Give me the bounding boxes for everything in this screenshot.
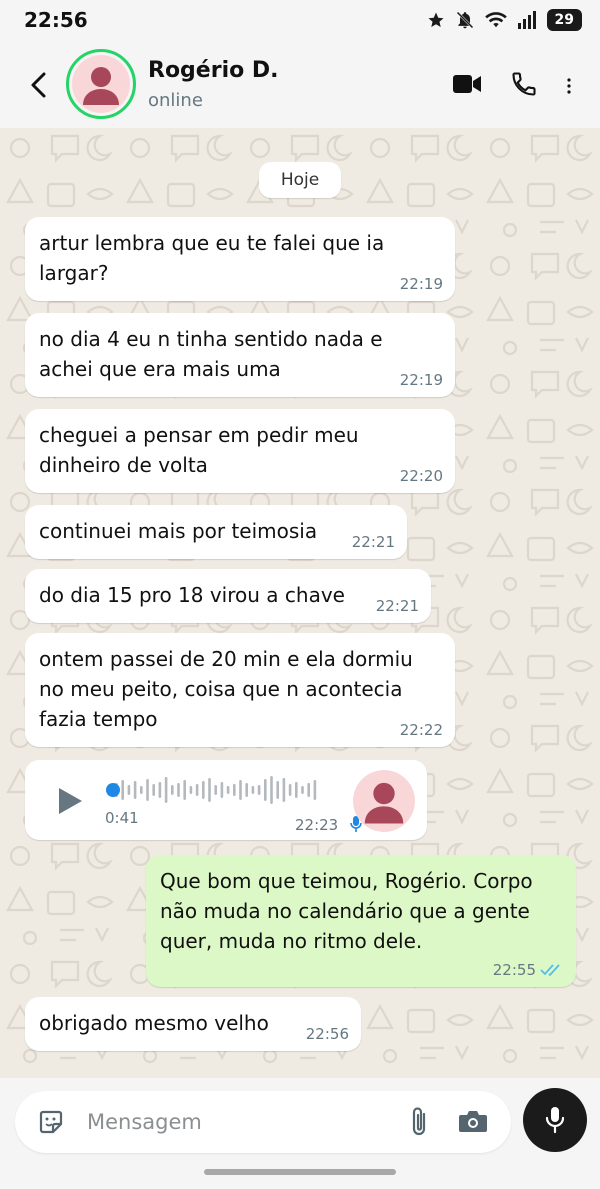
message-text: obrigado mesmo velho (39, 1011, 269, 1035)
message-time: 22:21 (351, 533, 395, 551)
more-options-icon[interactable] (565, 76, 573, 96)
message-time: 22:22 (399, 721, 443, 739)
waveform-bar (239, 780, 242, 800)
waveform-bar (276, 781, 279, 799)
waveform-bar (295, 782, 298, 798)
message-time: 22:56 (305, 1025, 349, 1043)
incoming-message[interactable]: do dia 15 pro 18 virou a chave 22:21 (25, 569, 431, 623)
waveform-bar (121, 780, 124, 800)
waveform-bar (152, 784, 155, 796)
waveform-bar (183, 780, 186, 800)
message-time: 22:23 (295, 816, 339, 834)
sticker-icon[interactable] (37, 1108, 65, 1136)
waveform-bar (195, 784, 199, 796)
camera-icon[interactable] (458, 1108, 488, 1134)
message-text: continuei mais por teimosia (39, 519, 318, 543)
incoming-message[interactable]: continuei mais por teimosia 22:21 (25, 505, 407, 559)
incoming-message[interactable]: no dia 4 eu n tinha sentido nada e achei… (25, 313, 455, 397)
waveform-bar (189, 786, 193, 794)
message-text: no dia 4 eu n tinha sentido nada e achei… (39, 327, 383, 381)
waveform-bar (288, 784, 292, 796)
voice-duration: 0:41 (105, 809, 139, 827)
waveform-bar (220, 782, 224, 798)
waveform-progress-knob[interactable] (106, 783, 120, 797)
waveform-bar (127, 785, 131, 795)
bell-off-icon (456, 11, 473, 29)
date-separator: Hoje (259, 162, 341, 198)
incoming-message[interactable]: cheguei a pensar em pedir meu dinheiro d… (25, 409, 455, 493)
message-input[interactable] (87, 1101, 387, 1143)
waveform-bar (313, 780, 317, 800)
incoming-message[interactable]: obrigado mesmo velho 22:56 (25, 997, 361, 1051)
signal-icon (517, 11, 536, 29)
message-time: 22:55 (492, 961, 536, 979)
avatar-person-icon (83, 67, 119, 105)
waveform-bar (158, 782, 162, 798)
avatar-person-icon (364, 782, 404, 824)
message-text: cheguei a pensar em pedir meu dinheiro d… (39, 423, 359, 477)
waveform-bar (171, 785, 174, 795)
waveform-bar (245, 783, 248, 797)
waveform-bar (251, 786, 255, 794)
message-input-box[interactable] (15, 1091, 511, 1153)
voice-record-button[interactable] (523, 1088, 587, 1152)
contact-avatar[interactable] (66, 49, 136, 119)
incoming-message[interactable]: ontem passei de 20 min e ela dormiu no m… (25, 633, 455, 747)
waveform-bar (270, 776, 273, 804)
message-text: artur lembra que eu te falei que ia larg… (39, 231, 385, 285)
waveform-bar (226, 786, 230, 794)
message-time: 22:20 (399, 467, 443, 485)
status-time: 22:56 (24, 8, 88, 32)
phone-call-icon[interactable] (510, 70, 538, 98)
play-icon[interactable] (57, 787, 83, 815)
waveform-bar (307, 783, 310, 797)
contact-name[interactable]: Rogério D. (148, 58, 279, 83)
wifi-icon (484, 12, 507, 28)
audio-waveform[interactable] (105, 774, 325, 806)
back-arrow-icon[interactable] (24, 68, 54, 102)
voice-message[interactable]: 0:41 22:23 (25, 760, 427, 840)
voice-sender-avatar (353, 770, 415, 832)
attach-icon[interactable] (408, 1106, 430, 1138)
waveform-bar (164, 777, 168, 803)
waveform-bar (282, 778, 286, 802)
waveform-bar (202, 781, 205, 799)
message-time: 22:21 (375, 597, 419, 615)
status-bar: 22:56 29 (0, 0, 600, 42)
message-text: do dia 15 pro 18 virou a chave (39, 583, 345, 607)
outgoing-message[interactable]: Que bom que teimou, Rogério. Corpo não m… (146, 855, 576, 987)
video-call-icon[interactable] (452, 70, 482, 98)
message-text: Que bom que teimou, Rogério. Corpo não m… (160, 869, 533, 953)
waveform-bar (301, 786, 304, 794)
star-icon (428, 12, 444, 27)
incoming-message[interactable]: artur lembra que eu te falei que ia larg… (25, 217, 455, 301)
battery-indicator: 29 (546, 9, 582, 31)
waveform-bar (257, 785, 261, 795)
home-indicator (204, 1169, 396, 1175)
waveform-bar (233, 784, 236, 796)
contact-status: online (148, 90, 203, 111)
read-ticks-icon (540, 964, 560, 977)
composer-bar (0, 1078, 600, 1189)
waveform-bar (133, 781, 137, 799)
message-time: 22:19 (399, 371, 443, 389)
waveform-bar (146, 779, 149, 801)
message-time: 22:19 (399, 275, 443, 293)
chat-area[interactable]: Hoje artur lembra que eu te falei que ia… (0, 128, 600, 1078)
waveform-bar (177, 783, 180, 797)
waveform-bar (140, 786, 143, 794)
chat-header: Rogério D. online (0, 42, 600, 128)
waveform-bar (214, 785, 217, 795)
waveform-bar (264, 779, 267, 801)
status-icons: 29 (427, 9, 582, 31)
waveform-bar (208, 778, 211, 802)
message-text: ontem passei de 20 min e ela dormiu no m… (39, 647, 413, 731)
mic-icon (545, 1107, 565, 1134)
